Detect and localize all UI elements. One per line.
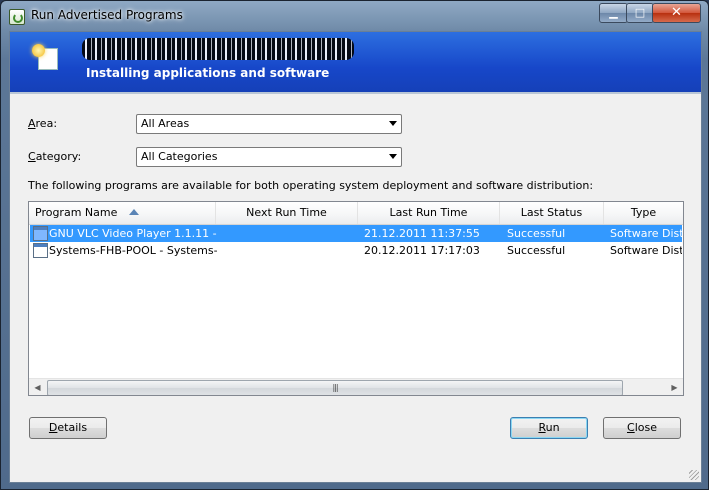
column-next-run-time[interactable]: Next Run Time <box>216 202 358 224</box>
program-icon <box>33 226 48 241</box>
chevron-down-icon <box>389 121 397 126</box>
header-banner: Installing applications and software <box>10 32 701 92</box>
type-cell: Software Distrib <box>610 227 682 240</box>
sort-ascending-icon <box>129 209 140 215</box>
close-window-button[interactable]: ✕ <box>652 3 701 23</box>
programs-list[interactable]: Program Name Next Run Time Last Run Time… <box>28 201 684 396</box>
area-value: All Areas <box>141 117 190 130</box>
status-cell: Successful <box>507 244 566 257</box>
programs-description: The following programs are available for… <box>28 179 594 192</box>
header-divider <box>10 92 701 94</box>
scroll-right-arrow-icon[interactable]: ▶ <box>666 379 683 395</box>
column-last-run-time[interactable]: Last Run Time <box>358 202 500 224</box>
type-cell: Software Distrib <box>610 244 682 257</box>
scrollbar-thumb[interactable]: ||| <box>47 380 623 395</box>
resize-grip-icon[interactable] <box>689 470 699 480</box>
window-title: Run Advertised Programs <box>31 8 183 22</box>
last-run-cell: 21.12.2011 11:37:55 <box>364 227 480 240</box>
run-advertised-programs-window: Run Advertised Programs ▁ □ ✕ Installing… <box>0 0 709 490</box>
horizontal-scrollbar[interactable]: ◀ ||| ▶ <box>29 378 683 395</box>
title-bar[interactable]: Run Advertised Programs ▁ □ ✕ <box>1 1 708 31</box>
run-button[interactable]: Run <box>510 417 588 439</box>
category-dropdown[interactable]: All Categories <box>136 147 402 167</box>
maximize-button[interactable]: □ <box>626 3 654 23</box>
minimize-button[interactable]: ▁ <box>599 3 628 23</box>
area-dropdown[interactable]: All Areas <box>136 114 402 134</box>
category-value: All Categories <box>141 150 218 163</box>
install-wizard-icon <box>32 44 58 70</box>
program-icon <box>33 243 48 258</box>
last-run-cell: 20.12.2011 17:17:03 <box>364 244 480 257</box>
column-headers: Program Name Next Run Time Last Run Time… <box>29 202 683 225</box>
column-type[interactable]: Type <box>604 202 683 224</box>
app-icon <box>9 9 25 25</box>
details-button[interactable]: Details <box>29 417 107 439</box>
status-cell: Successful <box>507 227 566 240</box>
category-label: Category: <box>28 150 82 163</box>
column-last-status[interactable]: Last Status <box>500 202 604 224</box>
chevron-down-icon <box>389 154 397 159</box>
table-row[interactable]: GNU VLC Video Player 1.1.11 -x... 21.12.… <box>30 225 682 242</box>
header-title-redacted <box>82 38 354 60</box>
program-name-cell: GNU VLC Video Player 1.1.11 -x... <box>49 227 217 240</box>
header-subtitle: Installing applications and software <box>86 66 330 80</box>
column-program-name[interactable]: Program Name <box>29 202 216 224</box>
close-button[interactable]: Close <box>603 417 681 439</box>
program-name-cell: Systems-FHB-POOL - Systems-C... <box>49 244 217 257</box>
scroll-left-arrow-icon[interactable]: ◀ <box>29 379 46 395</box>
table-row[interactable]: Systems-FHB-POOL - Systems-C... 20.12.20… <box>30 242 682 259</box>
dialog-body: Installing applications and software Are… <box>9 31 702 483</box>
area-label: Area: <box>28 117 58 130</box>
